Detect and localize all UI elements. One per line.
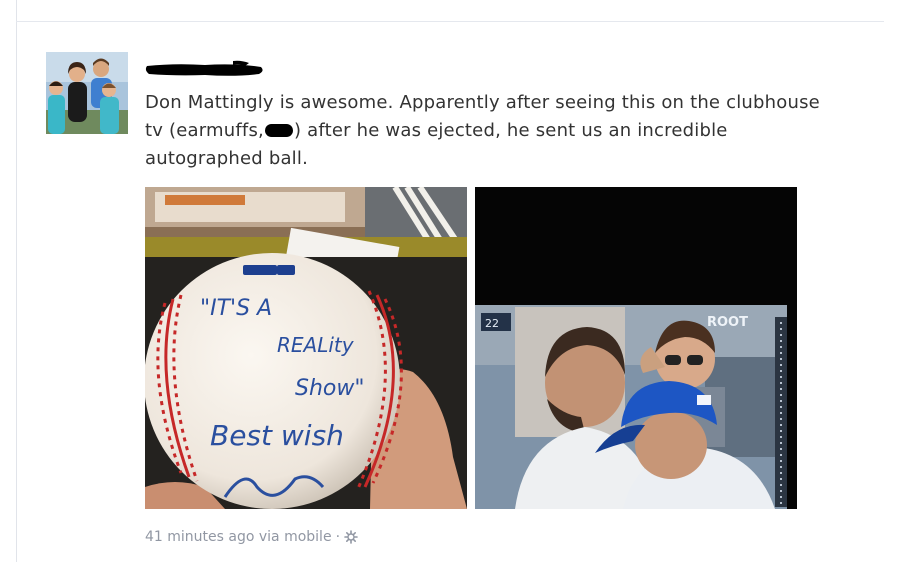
- ball-line-4: Best wish: [210, 419, 344, 452]
- author-name-redacted[interactable]: [145, 57, 265, 79]
- profile-picture[interactable]: [46, 52, 128, 134]
- ball-line-3: Show": [295, 376, 364, 401]
- tv-score-bug: 22: [485, 317, 499, 330]
- post-meta: 41 minutes ago via mobile ·: [145, 526, 358, 548]
- ball-line-2: REALity: [277, 333, 355, 357]
- photo-autographed-ball[interactable]: "IT'S A REALity Show" Best wish: [145, 187, 467, 509]
- photo-tv-broadcast[interactable]: 22 ROOT: [475, 187, 797, 509]
- redaction-mark: [145, 60, 263, 76]
- feed-story: Don Mattingly is awesome. Apparently aft…: [46, 52, 836, 552]
- autographed-baseball-image: "IT'S A REALity Show" Best wish: [145, 187, 467, 509]
- feed-divider: [16, 21, 884, 22]
- ball-line-1: "IT'S A: [200, 296, 272, 321]
- tv-network-logo: ROOT: [707, 315, 748, 330]
- family-photo-thumbnail: [46, 52, 128, 134]
- via-mobile: via mobile: [258, 529, 332, 545]
- tv-broadcast-image: 22 ROOT: [475, 187, 797, 509]
- post-message: Don Mattingly is awesome. Apparently aft…: [145, 89, 825, 173]
- feed-left-border: [16, 0, 17, 562]
- post-timestamp[interactable]: 41 minutes ago: [145, 529, 254, 545]
- meta-separator: ·: [335, 529, 341, 545]
- inline-redaction-mark: [264, 124, 293, 137]
- settings-gear-icon[interactable]: [344, 529, 358, 551]
